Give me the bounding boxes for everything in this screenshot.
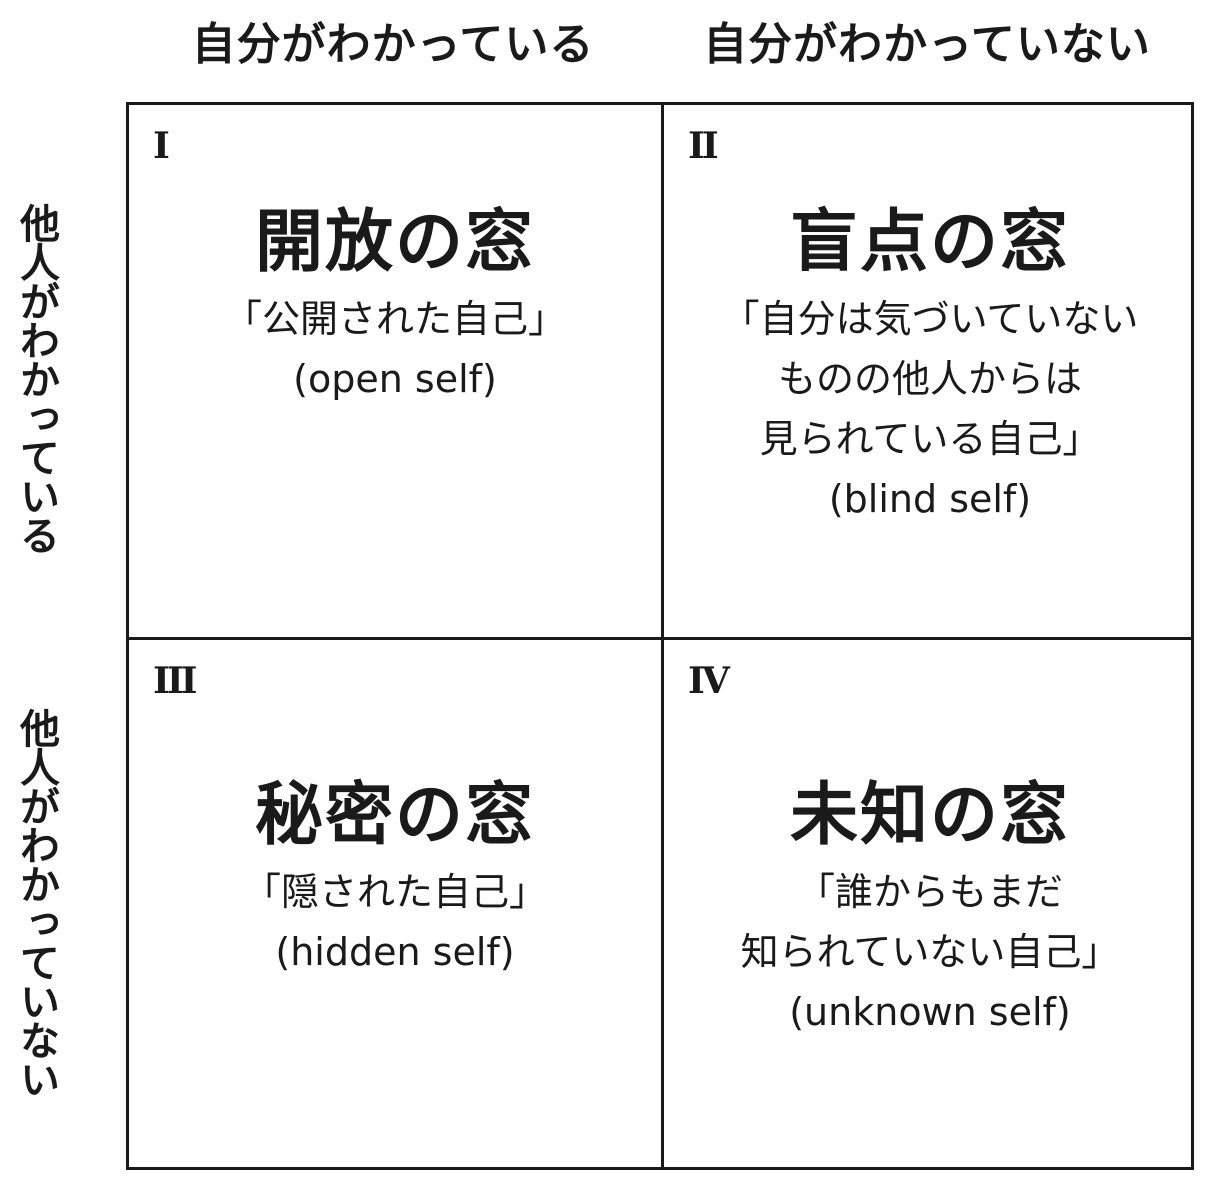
quadrant-english-label: (blind self) [828,477,1032,521]
quadrant-title: 秘密の窓 [254,776,535,855]
quadrant-content: 開放の窓 「公開された自己」 (open self) [129,201,661,409]
column-header-self-does-not-know: 自分がわかっていない [703,19,1151,70]
quadrant-blind: II 盲点の窓 「自分は気づいていない ものの他人からは 見られている自己」 (… [664,105,1196,637]
quadrant-title: 開放の窓 [254,203,535,282]
row-header-others-know: 他人がわかっている [13,202,59,554]
quadrant-numeral: II [688,125,719,167]
quadrant-title: 未知の窓 [789,776,1070,855]
quadrant-description: 「公開された自己」 [223,297,566,341]
quadrant-content: 秘密の窓 「隠された自己」 (hidden self) [129,774,661,982]
quadrant-description-line-1: 「自分は気づいていない [721,297,1139,341]
quadrant-english-label: (open self) [293,357,497,401]
row-header-others-do-not-know: 他人がわかっていない [13,708,59,1098]
quadrant-unknown: IV 未知の窓 「誰からもまだ 知られていない自己」 (unknown self… [664,640,1196,1172]
quadrant-description-line-3: 見られている自己」 [759,417,1101,461]
quadrant-english-label: (unknown self) [789,990,1071,1034]
quadrant-description-line-1: 「誰からもまだ [796,870,1063,914]
column-header-self-knows: 自分がわかっている [191,19,595,70]
quadrant-content: 盲点の窓 「自分は気づいていない ものの他人からは 見られている自己」 (bli… [664,201,1196,529]
quadrant-description-line-2: 知られていない自己」 [740,930,1120,974]
johari-window-grid: I 開放の窓 「公開された自己」 (open self) II 盲点の窓 「自分… [126,102,1194,1170]
quadrant-description: 「隠された自己」 [242,870,547,914]
quadrant-open: I 開放の窓 「公開された自己」 (open self) [129,105,661,637]
quadrant-numeral: I [153,125,170,167]
quadrant-title: 盲点の窓 [789,203,1070,282]
quadrant-numeral: IV [688,660,730,702]
quadrant-hidden: III 秘密の窓 「隠された自己」 (hidden self) [129,640,661,1172]
quadrant-numeral: III [153,660,197,702]
quadrant-english-label: (hidden self) [275,930,515,974]
quadrant-description-line-2: ものの他人からは [777,357,1082,401]
quadrant-content: 未知の窓 「誰からもまだ 知られていない自己」 (unknown self) [664,774,1196,1042]
